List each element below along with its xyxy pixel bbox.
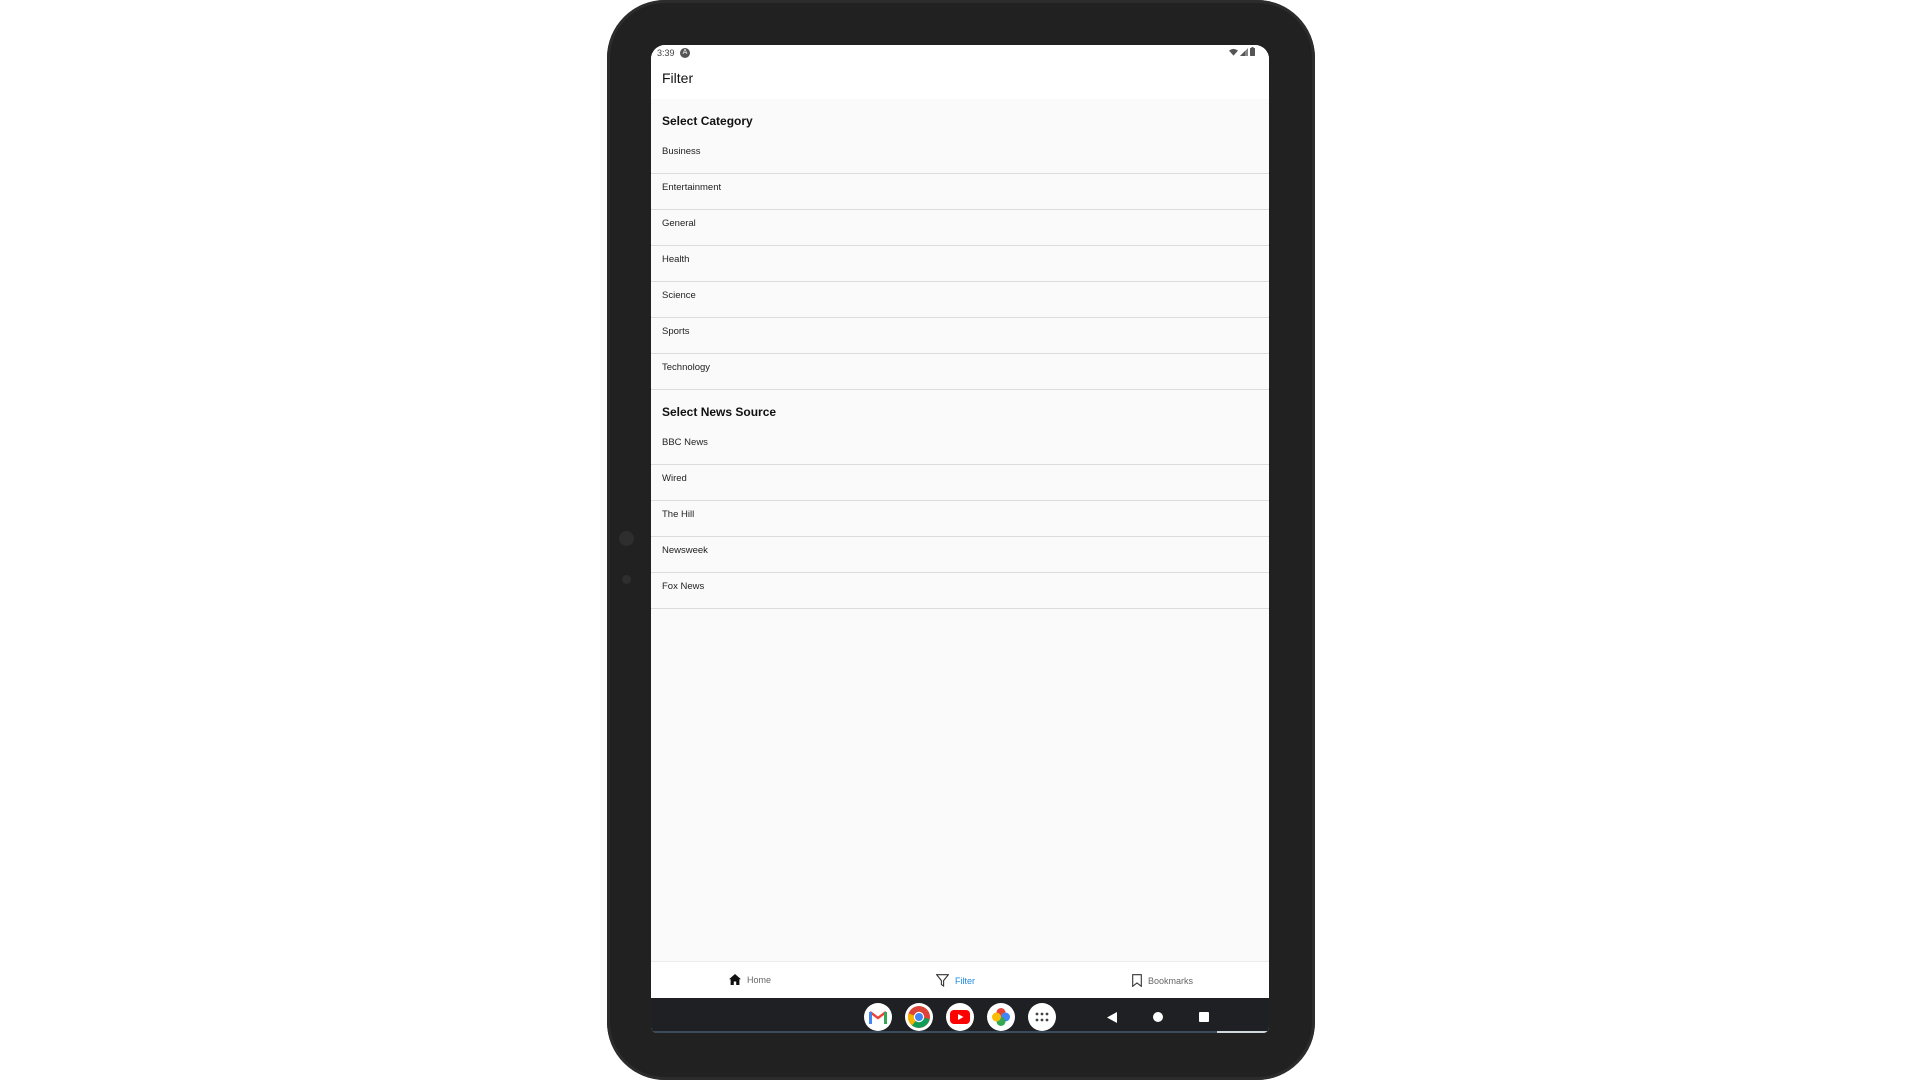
page-title: Filter [662, 70, 694, 86]
source-item-fox-news[interactable]: Fox News [651, 573, 1269, 609]
category-item-business[interactable]: Business [651, 138, 1269, 174]
nav-label-home: Home [747, 974, 772, 985]
category-item-health[interactable]: Health [651, 246, 1269, 282]
nav-label-bookmarks: Bookmarks [1148, 975, 1194, 986]
category-item-technology[interactable]: Technology [651, 354, 1269, 390]
category-item-sports[interactable]: Sports [651, 318, 1269, 354]
source-section-heading: Select News Source [662, 405, 777, 419]
side-camera [619, 531, 634, 546]
nav-tab-filter[interactable]: Filter [936, 974, 975, 987]
bottom-navigation: Home Filter Bookmarks [651, 961, 1269, 999]
system-navigation-bar [651, 998, 1269, 1033]
wifi-icon [1229, 48, 1238, 56]
photos-icon[interactable] [987, 1003, 1015, 1031]
bookmark-icon [1132, 974, 1142, 987]
category-item-entertainment[interactable]: Entertainment [651, 174, 1269, 210]
battery-icon [1250, 47, 1255, 56]
filter-icon [936, 974, 949, 987]
signal-icon [1240, 47, 1248, 56]
youtube-icon[interactable] [946, 1003, 974, 1031]
category-item-science[interactable]: Science [651, 282, 1269, 318]
source-item-bbc-news[interactable]: BBC News [651, 429, 1269, 465]
gesture-indicator [1217, 1031, 1269, 1033]
app-bar: Filter [651, 61, 1269, 99]
back-button[interactable] [1107, 1012, 1117, 1023]
source-item-the-hill[interactable]: The Hill [651, 501, 1269, 537]
recents-button[interactable] [1199, 1012, 1209, 1022]
chrome-icon[interactable] [905, 1003, 933, 1031]
home-button[interactable] [1153, 1012, 1163, 1022]
gmail-icon[interactable] [864, 1003, 892, 1031]
status-bar: 3:39 A [651, 45, 1269, 61]
source-item-newsweek[interactable]: Newsweek [651, 537, 1269, 573]
nav-label-filter: Filter [955, 975, 975, 986]
filter-list: Select Category Business Entertainment G… [651, 99, 1269, 609]
category-section-heading: Select Category [662, 114, 753, 128]
side-sensor [622, 575, 631, 584]
category-item-general[interactable]: General [651, 210, 1269, 246]
source-item-wired[interactable]: Wired [651, 465, 1269, 501]
home-icon [729, 974, 741, 985]
nav-tab-home[interactable]: Home [729, 974, 771, 985]
app-drawer-icon[interactable] [1028, 1003, 1056, 1031]
status-time: 3:39 [657, 48, 675, 58]
tablet-screen: 3:39 A Filter Select Category Business E… [651, 45, 1269, 1033]
android-notification-icon: A [680, 48, 690, 58]
screen-bottom-edge [651, 1031, 1269, 1033]
nav-tab-bookmarks[interactable]: Bookmarks [1132, 974, 1193, 987]
